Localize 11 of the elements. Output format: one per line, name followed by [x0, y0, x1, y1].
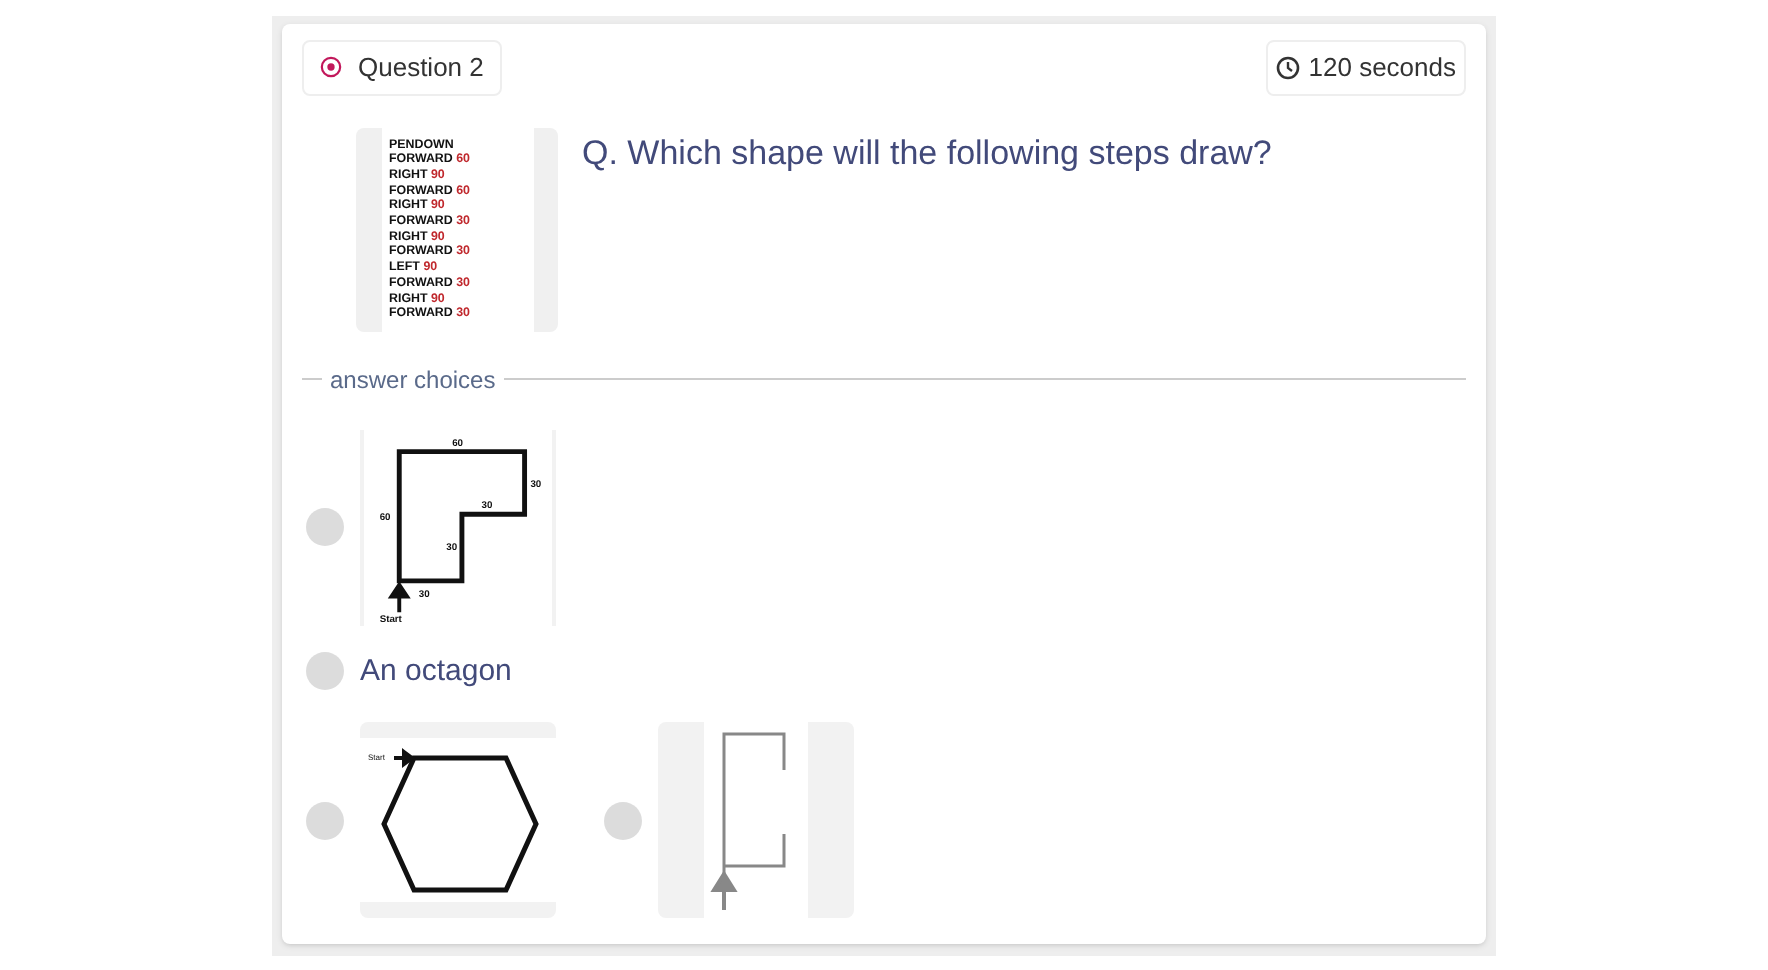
- target-icon: [320, 56, 342, 79]
- radio-button[interactable]: [306, 508, 344, 546]
- timer-text: 120 seconds: [1308, 50, 1456, 86]
- radio-button[interactable]: [604, 801, 642, 839]
- question-text: Q. Which shape will the following steps draw?: [582, 131, 1272, 175]
- answer-choices-label: answer choices: [330, 363, 496, 397]
- radio-button[interactable]: [306, 652, 344, 691]
- radio-button[interactable]: [306, 801, 344, 839]
- question-number: Question 2: [358, 50, 484, 86]
- clock-icon: [1276, 55, 1301, 80]
- choice-text: An octagon: [360, 651, 512, 691]
